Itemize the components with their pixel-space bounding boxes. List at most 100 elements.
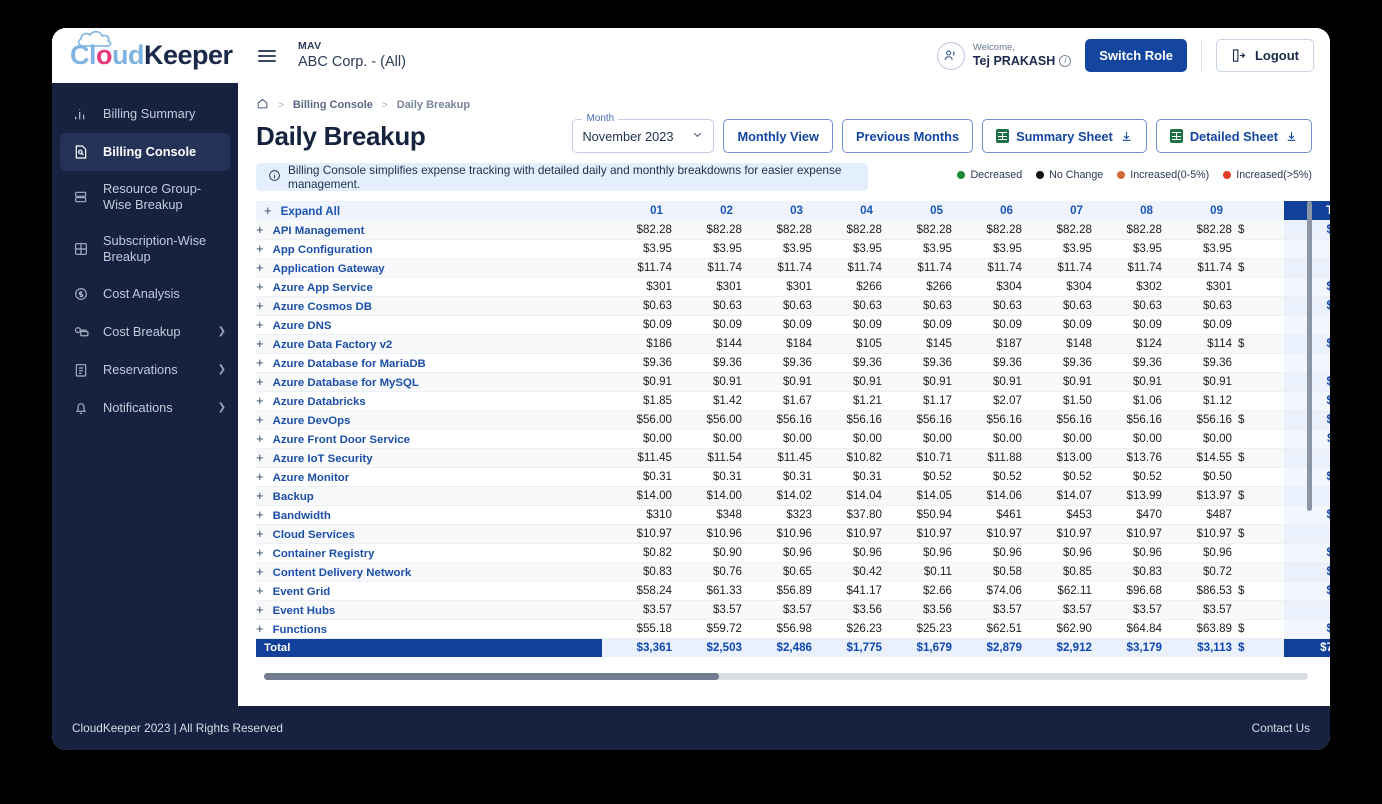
table-row[interactable]: + Azure DNS $0.09 $0.09 $0.09 $0.09 $0.09 $0.09… bbox=[256, 315, 1330, 335]
expand-row-plus-icon[interactable]: + bbox=[256, 393, 264, 408]
col-header-day-partial[interactable] bbox=[1232, 201, 1284, 220]
table-row[interactable]: + Cloud Services $10.97 $10.96 $10.96 $10.97 $… bbox=[256, 524, 1330, 544]
row-service-name[interactable]: + Application Gateway bbox=[256, 258, 602, 278]
row-service-name[interactable]: + Azure DNS bbox=[256, 315, 602, 335]
expand-row-plus-icon[interactable]: + bbox=[256, 583, 264, 598]
expand-row-plus-icon[interactable]: + bbox=[256, 279, 264, 294]
row-service-name[interactable]: + Backup bbox=[256, 486, 602, 506]
user-welcome-block[interactable]: Welcome, Tej PRAKASH i bbox=[936, 41, 1072, 70]
row-service-name[interactable]: + Azure Database for MySQL bbox=[256, 372, 602, 392]
switch-role-button[interactable]: Switch Role bbox=[1085, 39, 1187, 72]
expand-row-plus-icon[interactable]: + bbox=[256, 317, 264, 332]
row-service-name[interactable]: + Azure Front Door Service bbox=[256, 429, 602, 449]
expand-row-plus-icon[interactable]: + bbox=[256, 450, 264, 465]
col-header-day-02[interactable]: 02 bbox=[672, 201, 742, 220]
expand-row-plus-icon[interactable]: + bbox=[256, 545, 264, 560]
expand-row-plus-icon[interactable]: + bbox=[256, 469, 264, 484]
breadcrumb-item-billing-console[interactable]: Billing Console bbox=[293, 99, 373, 111]
expand-row-plus-icon[interactable]: + bbox=[256, 241, 264, 256]
table-row[interactable]: + API Management $82.28 $82.28 $82.28 $82.28 $… bbox=[256, 220, 1330, 240]
row-service-name[interactable]: + Azure Database for MariaDB bbox=[256, 353, 602, 373]
expand-row-plus-icon[interactable]: + bbox=[256, 260, 264, 275]
row-service-name[interactable]: + Azure DevOps bbox=[256, 410, 602, 430]
table-horizontal-scrollbar[interactable] bbox=[264, 673, 1308, 680]
table-row[interactable]: + Application Gateway $11.74 $11.74 $11.74 $1… bbox=[256, 258, 1330, 278]
table-row[interactable]: + Event Grid $58.24 $61.33 $56.89 $41.17 $2.66… bbox=[256, 581, 1330, 601]
row-service-name[interactable]: + API Management bbox=[256, 220, 602, 240]
sidebar-item-reservations[interactable]: Reservations ❯ bbox=[52, 351, 238, 389]
menu-toggle-icon[interactable] bbox=[258, 49, 276, 62]
row-service-name[interactable]: + Functions bbox=[256, 619, 602, 639]
row-service-name[interactable]: + Event Grid bbox=[256, 581, 602, 601]
col-header-day-03[interactable]: 03 bbox=[742, 201, 812, 220]
table-row[interactable]: + Azure Cosmos DB $0.63 $0.63 $0.63 $0.63 $0.6… bbox=[256, 296, 1330, 316]
sidebar-item-notifications[interactable]: Notifications ❯ bbox=[52, 389, 238, 427]
home-icon[interactable] bbox=[256, 97, 269, 113]
row-service-name[interactable]: + Azure Data Factory v2 bbox=[256, 334, 602, 354]
expand-row-plus-icon[interactable]: + bbox=[256, 374, 264, 389]
col-header-day-04[interactable]: 04 bbox=[812, 201, 882, 220]
col-header-day-06[interactable]: 06 bbox=[952, 201, 1022, 220]
expand-row-plus-icon[interactable]: + bbox=[256, 412, 264, 427]
previous-months-button[interactable]: Previous Months bbox=[841, 119, 974, 153]
row-service-name[interactable]: + Content Delivery Network bbox=[256, 562, 602, 582]
table-row[interactable]: + Azure Monitor $0.31 $0.31 $0.31 $0.31 $0.52 $… bbox=[256, 467, 1330, 487]
col-header-day-05[interactable]: 05 bbox=[882, 201, 952, 220]
row-service-name[interactable]: + Azure IoT Security bbox=[256, 448, 602, 468]
expand-row-plus-icon[interactable]: + bbox=[256, 507, 264, 522]
sidebar-item-resource-group-wise-breakup[interactable]: Resource Group-Wise Breakup bbox=[52, 171, 238, 223]
daily-breakup-table-container[interactable]: + Expand All 01 02 03 04 05 06 07 08 09 bbox=[256, 201, 1330, 706]
table-row[interactable]: + Azure Database for MySQL $0.91 $0.91 $0.91… bbox=[256, 372, 1330, 392]
logout-button[interactable]: Logout bbox=[1215, 39, 1314, 72]
expand-row-plus-icon[interactable]: + bbox=[256, 602, 264, 617]
row-service-name[interactable]: + Container Registry bbox=[256, 543, 602, 563]
table-row[interactable]: + Functions $55.18 $59.72 $56.98 $26.23 $25.23… bbox=[256, 619, 1330, 639]
detailed-sheet-download-button[interactable]: Detailed Sheet bbox=[1155, 119, 1312, 153]
monthly-view-button[interactable]: Monthly View bbox=[723, 119, 833, 153]
expand-row-plus-icon[interactable]: + bbox=[256, 431, 264, 446]
col-header-day-09[interactable]: 09 bbox=[1162, 201, 1232, 220]
summary-sheet-download-button[interactable]: Summary Sheet bbox=[982, 119, 1147, 153]
user-info-icon[interactable]: i bbox=[1059, 54, 1072, 67]
col-header-day-08[interactable]: 08 bbox=[1092, 201, 1162, 220]
row-service-name[interactable]: + Event Hubs bbox=[256, 600, 602, 620]
expand-row-plus-icon[interactable]: + bbox=[256, 621, 264, 636]
plus-icon[interactable]: + bbox=[264, 203, 272, 218]
table-row[interactable]: + Container Registry $0.82 $0.90 $0.96 $0.96 $… bbox=[256, 543, 1330, 563]
row-service-name[interactable]: + Azure Databricks bbox=[256, 391, 602, 411]
sidebar-item-cost-breakup[interactable]: Cost Breakup ❯ bbox=[52, 313, 238, 351]
expand-row-plus-icon[interactable]: + bbox=[256, 488, 264, 503]
expand-row-plus-icon[interactable]: + bbox=[256, 526, 264, 541]
col-header-day-07[interactable]: 07 bbox=[1022, 201, 1092, 220]
table-row[interactable]: + Azure Front Door Service $0.00 $0.00 $0.00… bbox=[256, 429, 1330, 449]
table-row[interactable]: + Azure Databricks $1.85 $1.42 $1.67 $1.21 $1.… bbox=[256, 391, 1330, 411]
table-row[interactable]: + Event Hubs $3.57 $3.57 $3.57 $3.56 $3.56 $3.5… bbox=[256, 600, 1330, 620]
expand-row-plus-icon[interactable]: + bbox=[256, 222, 264, 237]
table-row[interactable]: + Content Delivery Network $0.83 $0.76 $0.65… bbox=[256, 562, 1330, 582]
row-service-name[interactable]: + Azure App Service bbox=[256, 277, 602, 297]
footer-contact-us-link[interactable]: Contact Us bbox=[1252, 721, 1310, 735]
month-select[interactable]: Month November 2023 bbox=[572, 113, 715, 153]
col-header-day-01[interactable]: 01 bbox=[602, 201, 672, 220]
expand-all-header[interactable]: + Expand All bbox=[256, 201, 602, 220]
table-row[interactable]: + Azure Database for MariaDB $9.36 $9.36 $9.… bbox=[256, 353, 1330, 373]
expand-row-plus-icon[interactable]: + bbox=[256, 336, 264, 351]
sidebar-item-cost-analysis[interactable]: Cost Analysis bbox=[52, 275, 238, 313]
row-service-name[interactable]: + Bandwidth bbox=[256, 505, 602, 525]
table-row[interactable]: + App Configuration $3.95 $3.95 $3.95 $3.95 $3… bbox=[256, 239, 1330, 259]
cloudkeeper-logo[interactable]: Cl o ud Keeper bbox=[70, 31, 252, 71]
table-row[interactable]: + Azure DevOps $56.00 $56.00 $56.16 $56.16 $56… bbox=[256, 410, 1330, 430]
table-vertical-scrollbar[interactable] bbox=[1306, 201, 1312, 621]
expand-row-plus-icon[interactable]: + bbox=[256, 564, 264, 579]
table-row[interactable]: + Bandwidth $310 $348 $323 $37.80 $50.94 $461 $4… bbox=[256, 505, 1330, 525]
sidebar-item-subscription-wise-breakup[interactable]: Subscription-Wise Breakup bbox=[52, 223, 238, 275]
table-row[interactable]: + Azure IoT Security $11.45 $11.54 $11.45 $10… bbox=[256, 448, 1330, 468]
table-row[interactable]: + Backup $14.00 $14.00 $14.02 $14.04 $14.05 $14… bbox=[256, 486, 1330, 506]
sidebar-item-billing-console[interactable]: Billing Console bbox=[60, 133, 230, 171]
table-row[interactable]: + Azure App Service $301 $301 $301 $266 $266 $3… bbox=[256, 277, 1330, 297]
row-service-name[interactable]: + Azure Monitor bbox=[256, 467, 602, 487]
row-service-name[interactable]: + App Configuration bbox=[256, 239, 602, 259]
org-selector[interactable]: MAV ABC Corp. - (All) bbox=[298, 40, 406, 71]
row-service-name[interactable]: + Azure Cosmos DB bbox=[256, 296, 602, 316]
expand-row-plus-icon[interactable]: + bbox=[256, 298, 264, 313]
